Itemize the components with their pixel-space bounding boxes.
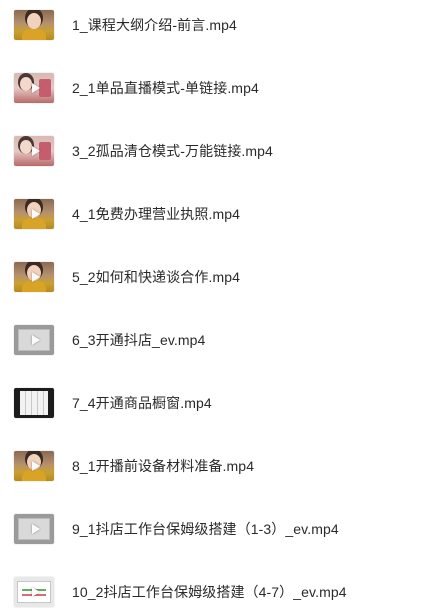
play-icon — [32, 146, 40, 156]
play-icon — [32, 209, 40, 219]
file-item[interactable]: 7_4开通商品橱窗.mp4 — [0, 383, 430, 423]
video-thumbnail-icon — [14, 262, 54, 292]
play-icon — [32, 272, 40, 282]
file-name: 3_2孤品清仓模式-万能链接.mp4 — [72, 143, 273, 159]
play-icon — [32, 83, 40, 93]
video-thumbnail-icon — [14, 73, 54, 103]
file-item[interactable]: 10_2抖店工作台保姆级搭建（4-7）_ev.mp4 — [0, 572, 430, 612]
video-thumbnail-icon — [14, 388, 54, 418]
file-item[interactable]: 3_2孤品清仓模式-万能链接.mp4 — [0, 131, 430, 171]
file-name: 8_1开播前设备材料准备.mp4 — [72, 458, 255, 474]
file-item[interactable]: 5_2如何和快递谈合作.mp4 — [0, 257, 430, 297]
file-name: 5_2如何和快递谈合作.mp4 — [72, 269, 240, 285]
file-name: 1_课程大纲介绍-前言.mp4 — [72, 17, 237, 33]
file-item[interactable]: 8_1开播前设备材料准备.mp4 — [0, 446, 430, 486]
play-icon — [32, 524, 40, 534]
file-item[interactable]: 4_1免费办理营业执照.mp4 — [0, 194, 430, 234]
video-thumbnail-icon — [14, 199, 54, 229]
play-icon — [32, 335, 40, 345]
video-thumbnail-icon — [14, 514, 54, 544]
play-icon — [32, 461, 40, 471]
video-file-list: 1_课程大纲介绍-前言.mp4 2_1单品直播模式-单链接.mp4 3_2孤品清… — [0, 0, 430, 607]
file-name: 4_1免费办理营业执照.mp4 — [72, 206, 240, 222]
file-name: 10_2抖店工作台保姆级搭建（4-7）_ev.mp4 — [72, 584, 347, 600]
file-item[interactable]: 9_1抖店工作台保姆级搭建（1-3）_ev.mp4 — [0, 509, 430, 549]
file-name: 6_3开通抖店_ev.mp4 — [72, 332, 206, 348]
file-item[interactable]: 2_1单品直播模式-单链接.mp4 — [0, 68, 430, 108]
file-item[interactable]: 1_课程大纲介绍-前言.mp4 — [0, 5, 430, 45]
file-name: 2_1单品直播模式-单链接.mp4 — [72, 80, 259, 96]
video-thumbnail-icon — [14, 451, 54, 481]
video-thumbnail-icon — [14, 136, 54, 166]
video-thumbnail-icon — [14, 10, 54, 40]
file-name: 7_4开通商品橱窗.mp4 — [72, 395, 212, 411]
file-name: 9_1抖店工作台保姆级搭建（1-3）_ev.mp4 — [72, 521, 339, 537]
play-icon — [32, 587, 40, 597]
video-thumbnail-icon — [14, 325, 54, 355]
file-item[interactable]: 6_3开通抖店_ev.mp4 — [0, 320, 430, 360]
